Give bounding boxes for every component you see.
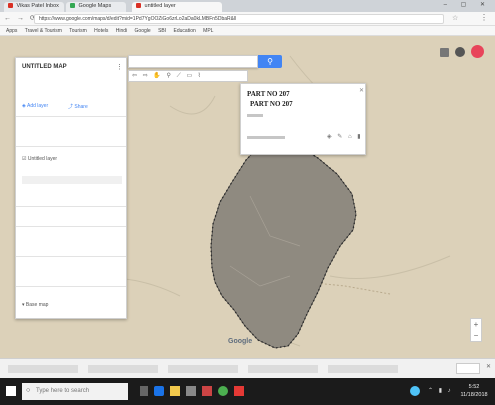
search-button[interactable]: ⚲	[258, 55, 282, 68]
search-icon: ○	[26, 387, 31, 394]
bookmark-item[interactable]: Google	[135, 28, 151, 34]
google-logo: Google	[228, 338, 253, 345]
app-icon[interactable]	[234, 386, 244, 396]
tray-icons[interactable]: ⌃ ▮ ♪	[428, 387, 453, 394]
my-maps-icon	[136, 3, 141, 9]
divider	[16, 146, 126, 147]
onedrive-icon[interactable]	[410, 386, 420, 396]
bookmarks-bar: Apps Travel & Tourism Tourism Hotels Hin…	[0, 26, 495, 36]
search-input[interactable]	[128, 55, 258, 68]
window-controls[interactable]: – ▢ ✕	[420, 1, 495, 11]
url-field[interactable]: https://www.google.com/maps/d/edit?mid=1…	[34, 14, 444, 24]
zoom-control[interactable]: + −	[470, 318, 482, 342]
layer-row[interactable]: ☑ Untitled layer	[22, 156, 57, 162]
map-title[interactable]: UNTITLED MAP	[22, 64, 67, 70]
taskbar-search-input[interactable]: ○ Type here to search	[22, 383, 128, 400]
zoom-in-button[interactable]: +	[471, 319, 481, 330]
layer-name: Untitled layer	[27, 156, 58, 162]
add-layer-label: Add layer	[26, 103, 49, 109]
layers-panel: UNTITLED MAP ⋮ ◈ Add layer ⤴ Share ☑ Unt…	[15, 57, 127, 319]
store-icon[interactable]	[186, 386, 196, 396]
star-icon[interactable]: ☆	[452, 14, 458, 22]
gmail-icon	[8, 3, 13, 9]
tab-label: Vikas Patel Inbox	[16, 3, 59, 9]
tab-google-maps[interactable]: Google Maps	[66, 2, 126, 12]
bookmark-item[interactable]: Apps	[6, 28, 17, 34]
bookmark-item[interactable]: Education	[174, 28, 196, 34]
menu-icon[interactable]: ⋮	[480, 13, 488, 22]
base-map-icon: ▾	[22, 302, 25, 308]
file-explorer-icon[interactable]	[170, 386, 180, 396]
nav-buttons[interactable]: ← → ⟳	[4, 14, 38, 22]
share-icon: ⤴	[68, 104, 74, 110]
tab-label: Google Maps	[78, 3, 112, 9]
clock[interactable]: 5:52 11/18/2018	[458, 383, 490, 399]
bookmark-item[interactable]: Hotels	[94, 28, 108, 34]
edge-icon[interactable]	[154, 386, 164, 396]
map-toolbar[interactable]: ⇦ ⇨ ✋ ⚲ ⟋ ▭ ⌇	[128, 70, 248, 82]
divider	[16, 256, 126, 257]
app-icon[interactable]	[202, 386, 212, 396]
download-item[interactable]	[168, 365, 238, 373]
close-icon[interactable]: ✕	[359, 87, 364, 94]
windows-start-icon[interactable]	[6, 386, 16, 396]
tab-label: untitled layer	[144, 3, 176, 9]
tab-strip: Vikas Patel Inbox Google Maps untitled l…	[0, 0, 495, 12]
download-item[interactable]	[8, 365, 78, 373]
bookmark-item[interactable]: MPL	[203, 28, 213, 34]
feature-actions[interactable]: ◈ ✎ ⌂ ▮	[327, 133, 363, 140]
divider	[16, 286, 126, 287]
maps-icon	[70, 3, 75, 9]
feature-title: PART NO 207	[247, 90, 290, 98]
base-map-row[interactable]: ▾ Base map	[22, 302, 48, 308]
bookmark-item[interactable]: SBI	[158, 28, 166, 34]
divider	[16, 206, 126, 207]
more-options-icon[interactable]: ⋮	[116, 63, 123, 71]
download-item[interactable]	[328, 365, 398, 373]
task-view-icon[interactable]	[140, 386, 148, 396]
area-polygon	[210, 139, 357, 349]
close-icon[interactable]: ✕	[486, 363, 491, 370]
download-item[interactable]	[88, 365, 158, 373]
feature-info-window: PART NO 207 ✕ ◈ ✎ ⌂ ▮	[240, 83, 366, 155]
divider	[16, 116, 126, 117]
description-line	[247, 114, 263, 117]
checkbox-icon[interactable]: ☑	[22, 156, 26, 162]
download-item[interactable]	[248, 365, 318, 373]
zoom-out-button[interactable]: −	[471, 330, 481, 341]
bookmark-item[interactable]: Travel & Tourism	[25, 28, 62, 34]
taskbar: ○ Type here to search ⌃ ▮ ♪ 5:52 11/18/2…	[0, 378, 495, 405]
chrome-icon[interactable]	[218, 386, 228, 396]
notifications-icon[interactable]	[455, 47, 465, 57]
avatar[interactable]	[471, 45, 484, 58]
measurement-line	[247, 136, 285, 139]
search-icon: ⚲	[267, 57, 273, 66]
bookmark-item[interactable]: Hindi	[116, 28, 127, 34]
clock-date: 11/18/2018	[460, 392, 488, 398]
tab-untitled-layer[interactable]: untitled layer	[132, 2, 222, 12]
clock-time: 5:52	[468, 384, 480, 390]
layer-feature-row[interactable]	[22, 176, 122, 184]
tab-inbox[interactable]: Vikas Patel Inbox	[4, 2, 64, 12]
add-layer-icon: ◈	[22, 103, 26, 109]
downloads-bar: ✕	[0, 358, 495, 378]
share-label: Share	[74, 104, 88, 110]
map-label: PART NO 207	[250, 100, 293, 108]
apps-grid-icon[interactable]	[440, 48, 449, 57]
bookmark-item[interactable]: Tourism	[69, 28, 87, 34]
divider	[16, 226, 126, 227]
taskbar-search-placeholder: Type here to search	[36, 388, 90, 394]
show-all-button[interactable]	[456, 363, 480, 374]
share-button[interactable]: ⤴ Share	[68, 103, 88, 110]
add-layer-button[interactable]: ◈ Add layer	[22, 103, 48, 109]
base-map-label: Base map	[25, 302, 49, 308]
